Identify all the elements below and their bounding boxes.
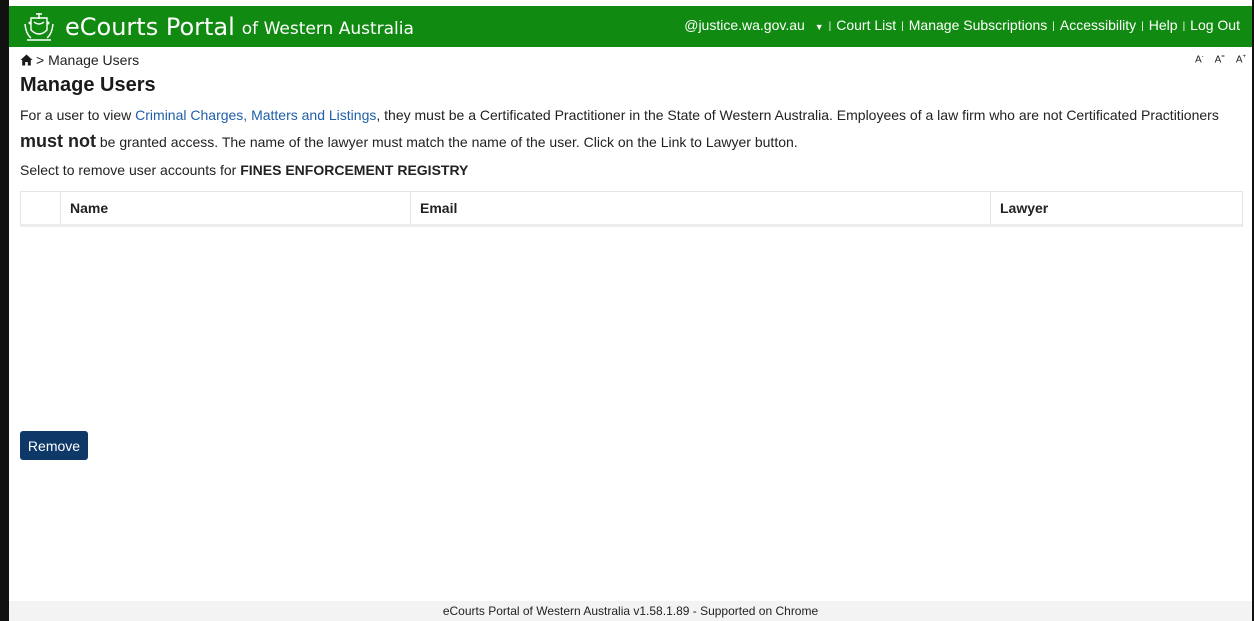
manage-subscriptions-link[interactable]: Manage Subscriptions bbox=[909, 17, 1048, 33]
organisation-name: FINES ENFORCEMENT REGISTRY bbox=[240, 162, 469, 178]
select-instruction: Select to remove user accounts for FINES… bbox=[20, 162, 469, 178]
users-table: Name Email Lawyer bbox=[20, 191, 1243, 227]
font-decrease-button[interactable]: A- bbox=[1195, 54, 1204, 65]
font-reset-button[interactable]: A= bbox=[1215, 54, 1225, 65]
column-header-lawyer[interactable]: Lawyer bbox=[990, 192, 1242, 224]
help-link[interactable]: Help bbox=[1149, 17, 1178, 33]
top-header: eCourts Portal of Western Australia @jus… bbox=[9, 6, 1252, 47]
table-header: Name Email Lawyer bbox=[21, 192, 1242, 224]
remove-button[interactable]: Remove bbox=[20, 431, 88, 460]
chevron-down-icon: ▼ bbox=[814, 21, 824, 32]
wa-crest-icon bbox=[24, 12, 54, 41]
brand-title: eCourts Portal bbox=[65, 12, 235, 41]
nav-separator: | bbox=[1141, 21, 1144, 32]
column-header-select bbox=[21, 192, 60, 224]
nav-separator: | bbox=[1182, 21, 1186, 32]
breadcrumb: > Manage Users bbox=[20, 52, 139, 68]
nav-separator: | bbox=[828, 21, 832, 32]
accessibility-link[interactable]: Accessibility bbox=[1060, 17, 1136, 33]
top-nav: @justice.wa.gov.au ▼ | Court List | Mana… bbox=[684, 6, 1252, 47]
breadcrumb-current: Manage Users bbox=[48, 52, 140, 68]
court-list-link[interactable]: Court List bbox=[836, 17, 896, 33]
account-menu[interactable]: @justice.wa.gov.au ▼ bbox=[684, 17, 823, 33]
brand-subtitle: of Western Australia bbox=[241, 19, 414, 39]
column-header-email[interactable]: Email bbox=[410, 192, 990, 224]
must-not-emphasis: must not bbox=[20, 131, 96, 151]
page-title: Manage Users bbox=[20, 74, 156, 96]
column-header-name[interactable]: Name bbox=[60, 192, 410, 224]
home-icon[interactable] bbox=[20, 54, 33, 66]
nav-separator: | bbox=[901, 21, 904, 32]
font-increase-button[interactable]: A+ bbox=[1236, 54, 1246, 65]
nav-separator: | bbox=[1052, 21, 1055, 32]
criminal-charges-link[interactable]: Criminal Charges, Matters and Listings bbox=[135, 107, 376, 123]
logout-link[interactable]: Log Out bbox=[1190, 17, 1240, 33]
window-frame bbox=[0, 0, 1254, 621]
breadcrumb-separator: > bbox=[36, 52, 45, 68]
account-email: @justice.wa.gov.au bbox=[684, 16, 805, 33]
footer: eCourts Portal of Western Australia v1.5… bbox=[9, 601, 1252, 621]
font-size-controls: A- A= A+ bbox=[1195, 54, 1246, 65]
intro-text: For a user to view Criminal Charges, Mat… bbox=[20, 107, 1219, 151]
brand[interactable]: eCourts Portal of Western Australia bbox=[9, 10, 414, 44]
